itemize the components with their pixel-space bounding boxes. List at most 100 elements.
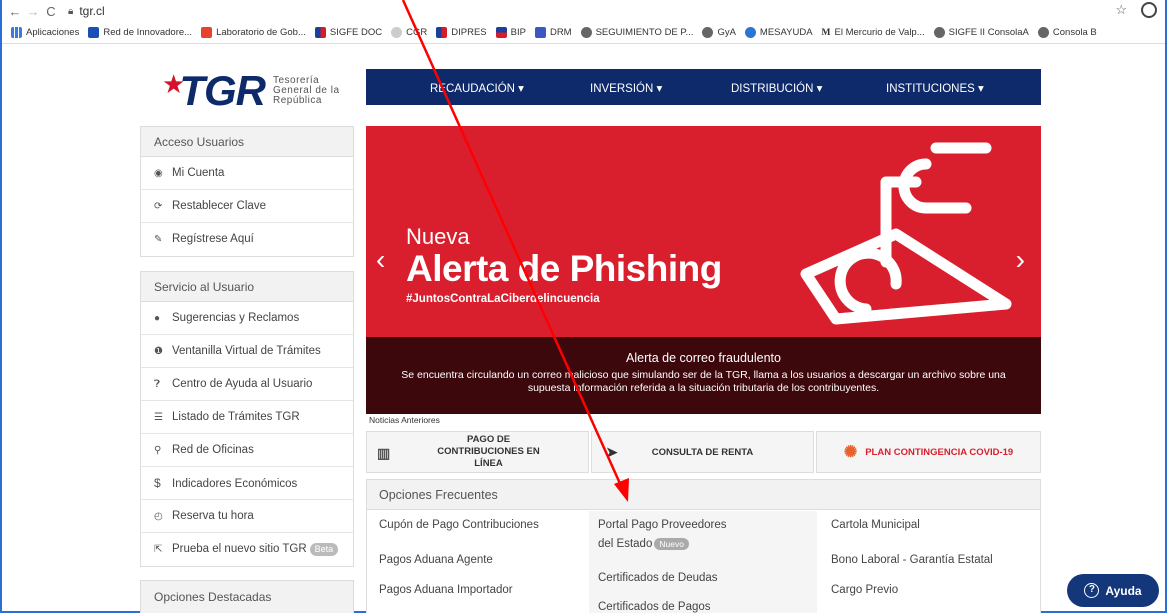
external-link-icon: ⇱ [154, 544, 163, 555]
star-icon[interactable]: ☆ [1115, 2, 1127, 18]
flag-icon [314, 27, 326, 38]
bookmark-item[interactable]: SIGFE II ConsolaA [933, 27, 1029, 38]
consulta-renta-button[interactable]: ➤ CONSULTA DE RENTA [591, 431, 814, 473]
apps-grid-icon [11, 27, 22, 38]
panel-title: Servicio al Usuario [141, 272, 353, 302]
virus-icon: ✺ [843, 444, 858, 461]
url-text[interactable]: tgr.cl [79, 4, 104, 18]
menu-indicadores[interactable]: $ Indicadores Económicos [141, 467, 353, 500]
link-certificados-pagos[interactable]: Certificados de Pagos [598, 601, 711, 613]
globe-icon [933, 27, 945, 38]
bookmark-item[interactable]: BIP [495, 27, 526, 38]
hero-caption: Alerta de correo fraudulento Se encuentr… [366, 337, 1041, 414]
bookmark-item[interactable]: MESAYUDA [744, 27, 813, 38]
clock-icon: ◴ [154, 511, 163, 522]
link-aduana-agente[interactable]: Pagos Aduana Agente [379, 554, 493, 566]
noticias-anteriores-link[interactable]: Noticias Anteriores [369, 415, 440, 425]
profile-icon[interactable] [1141, 2, 1157, 18]
globe-icon [702, 27, 714, 38]
edit-icon: ✎ [154, 234, 163, 245]
link-portal-proveedores[interactable]: Portal Pago Proveedores [598, 519, 727, 531]
dollar-icon: $ [154, 476, 161, 490]
bookmark-item[interactable]: Red de Innovadore... [88, 27, 192, 38]
acceso-usuarios-panel: Acceso Usuarios ◉ Mi Cuenta ⟳ Restablecer … [140, 126, 354, 257]
bookmark-item[interactable]: CGR [391, 27, 427, 38]
caption-text: Se encuentra circulando un correo malici… [401, 369, 1006, 394]
link-certificados-deudas[interactable]: Certificados de Deudas [598, 572, 718, 584]
bookmarks-bar: Aplicaciones Red de Innovadore... Labora… [2, 22, 1165, 44]
covid-plan-button[interactable]: ✺ PLAN CONTINGENCIA COVID-19 [816, 431, 1041, 473]
cursor-icon: ➤ [606, 444, 618, 460]
forward-icon[interactable]: → [24, 4, 42, 19]
menu-registrese[interactable]: ✎ Regístrese Aquí [141, 223, 353, 256]
link-portal-proveedores-2[interactable]: del Estado Nuevo [598, 538, 689, 550]
back-icon[interactable]: ← [6, 4, 24, 19]
pago-contribuciones-button[interactable]: ▥ PAGO DE CONTRIBUCIONES EN LÍNEA [366, 431, 589, 473]
mesayuda-icon [744, 27, 756, 38]
mercurio-icon: M [821, 27, 831, 38]
panel-title: Opciones Destacadas [141, 581, 353, 613]
nav-recaudacion[interactable]: RECAUDACIÓN ▾ [430, 81, 524, 95]
menu-mi-cuenta[interactable]: ◉ Mi Cuenta [141, 157, 353, 190]
cgr-icon [391, 27, 403, 38]
chat-icon: ● [154, 313, 161, 324]
building-icon: ▥ [377, 445, 391, 461]
lock-icon: 🔒︎ [68, 5, 74, 17]
servicio-usuario-panel: Servicio al Usuario ● Sugerencias y Recla… [140, 271, 354, 567]
refresh-icon: ⟳ [154, 201, 163, 212]
globe-icon [580, 27, 592, 38]
menu-listado-tramites[interactable]: ☰ Listado de Trámites TGR [141, 401, 353, 434]
menu-nuevo-sitio[interactable]: ⇱ Prueba el nuevo sitio TGR Beta [141, 533, 353, 566]
menu-reserva-hora[interactable]: ◴ Reserva tu hora [141, 500, 353, 533]
address-bar: ← → C 🔒︎ tgr.cl ☆ [2, 0, 1165, 22]
drm-icon [534, 27, 546, 38]
link-bono-laboral[interactable]: Bono Laboral - Garantía Estatal [831, 554, 993, 566]
hero-hashtag: #JuntosContraLaCiberdelincuencia [406, 293, 600, 305]
logo-subtitle: Tesorería General de la República [272, 75, 340, 106]
menu-centro-ayuda[interactable]: ❓︎ Centro de Ayuda al Usuario [141, 368, 353, 401]
bookmark-apps[interactable]: Aplicaciones [11, 27, 79, 38]
bookmark-item[interactable]: SIGFE DOC [314, 27, 382, 38]
main-nav: RECAUDACIÓN ▾ INVERSIÓN ▾ DISTRIBUCIÓN ▾… [366, 69, 1041, 105]
link-cupon-pago[interactable]: Cupón de Pago Contribuciones [379, 519, 539, 531]
hero-nueva: Nueva [406, 224, 470, 249]
ayuda-button[interactable]: ? Ayuda [1067, 574, 1159, 607]
menu-ventanilla[interactable]: ❶ Ventanilla Virtual de Trámites [141, 335, 353, 368]
beta-badge: Beta [309, 543, 339, 556]
help-icon: ? [1084, 583, 1100, 598]
opciones-destacadas-panel: Opciones Destacadas [140, 580, 354, 613]
phishing-hook-illustration [800, 142, 1012, 325]
nav-instituciones[interactable]: INSTITUCIONES ▾ [886, 81, 984, 95]
globe-icon [1037, 27, 1049, 38]
hero-headline: Alerta de Phishing [406, 248, 722, 289]
link-cartola-municipal[interactable]: Cartola Municipal [831, 519, 920, 531]
menu-restablecer-clave[interactable]: ⟳ Restablecer Clave [141, 190, 353, 223]
link-cargo-previo[interactable]: Cargo Previo [831, 584, 898, 596]
bookmark-item[interactable]: GyA [702, 27, 736, 38]
carousel-prev-icon[interactable]: ‹ [376, 244, 385, 276]
bookmark-item[interactable]: M El Mercurio de Valp... [822, 27, 925, 38]
info-icon: ❶ [154, 346, 163, 357]
bookmark-item[interactable]: DRM [534, 27, 572, 38]
question-icon: ❓︎ [154, 379, 161, 390]
bookmark-item[interactable]: SEGUIMIENTO DE P... [580, 27, 693, 38]
bookmark-item[interactable]: Consola B [1037, 27, 1097, 38]
caption-title: Alerta de correo fraudulento [626, 351, 781, 365]
menu-red-oficinas[interactable]: ⚲ Red de Oficinas [141, 434, 353, 467]
tgr-logo[interactable]: ★ TGR Tesorería General de la República [162, 69, 340, 112]
menu-sugerencias[interactable]: ● Sugerencias y Reclamos [141, 302, 353, 335]
bookmark-item[interactable]: DIPRES [436, 27, 487, 38]
nuevo-badge: Nuevo [654, 538, 689, 550]
panel-title: Opciones Frecuentes [367, 480, 1040, 510]
nav-distribucion[interactable]: DISTRIBUCIÓN ▾ [731, 81, 822, 95]
hero-carousel[interactable]: ‹ Nueva Alerta de Phishing #JuntosContra… [366, 126, 1041, 414]
map-pin-icon: ⚲ [154, 445, 162, 456]
flag-icon [436, 27, 448, 38]
panel-title: Acceso Usuarios [141, 127, 353, 157]
reload-icon[interactable]: C [42, 4, 60, 19]
link-aduana-importador[interactable]: Pagos Aduana Importador [379, 584, 513, 596]
nav-inversion[interactable]: INVERSIÓN ▾ [590, 81, 662, 95]
carousel-next-icon[interactable]: › [1016, 244, 1025, 276]
bookmark-item[interactable]: Laboratorio de Gob... [201, 27, 306, 38]
lab-icon [201, 27, 213, 38]
